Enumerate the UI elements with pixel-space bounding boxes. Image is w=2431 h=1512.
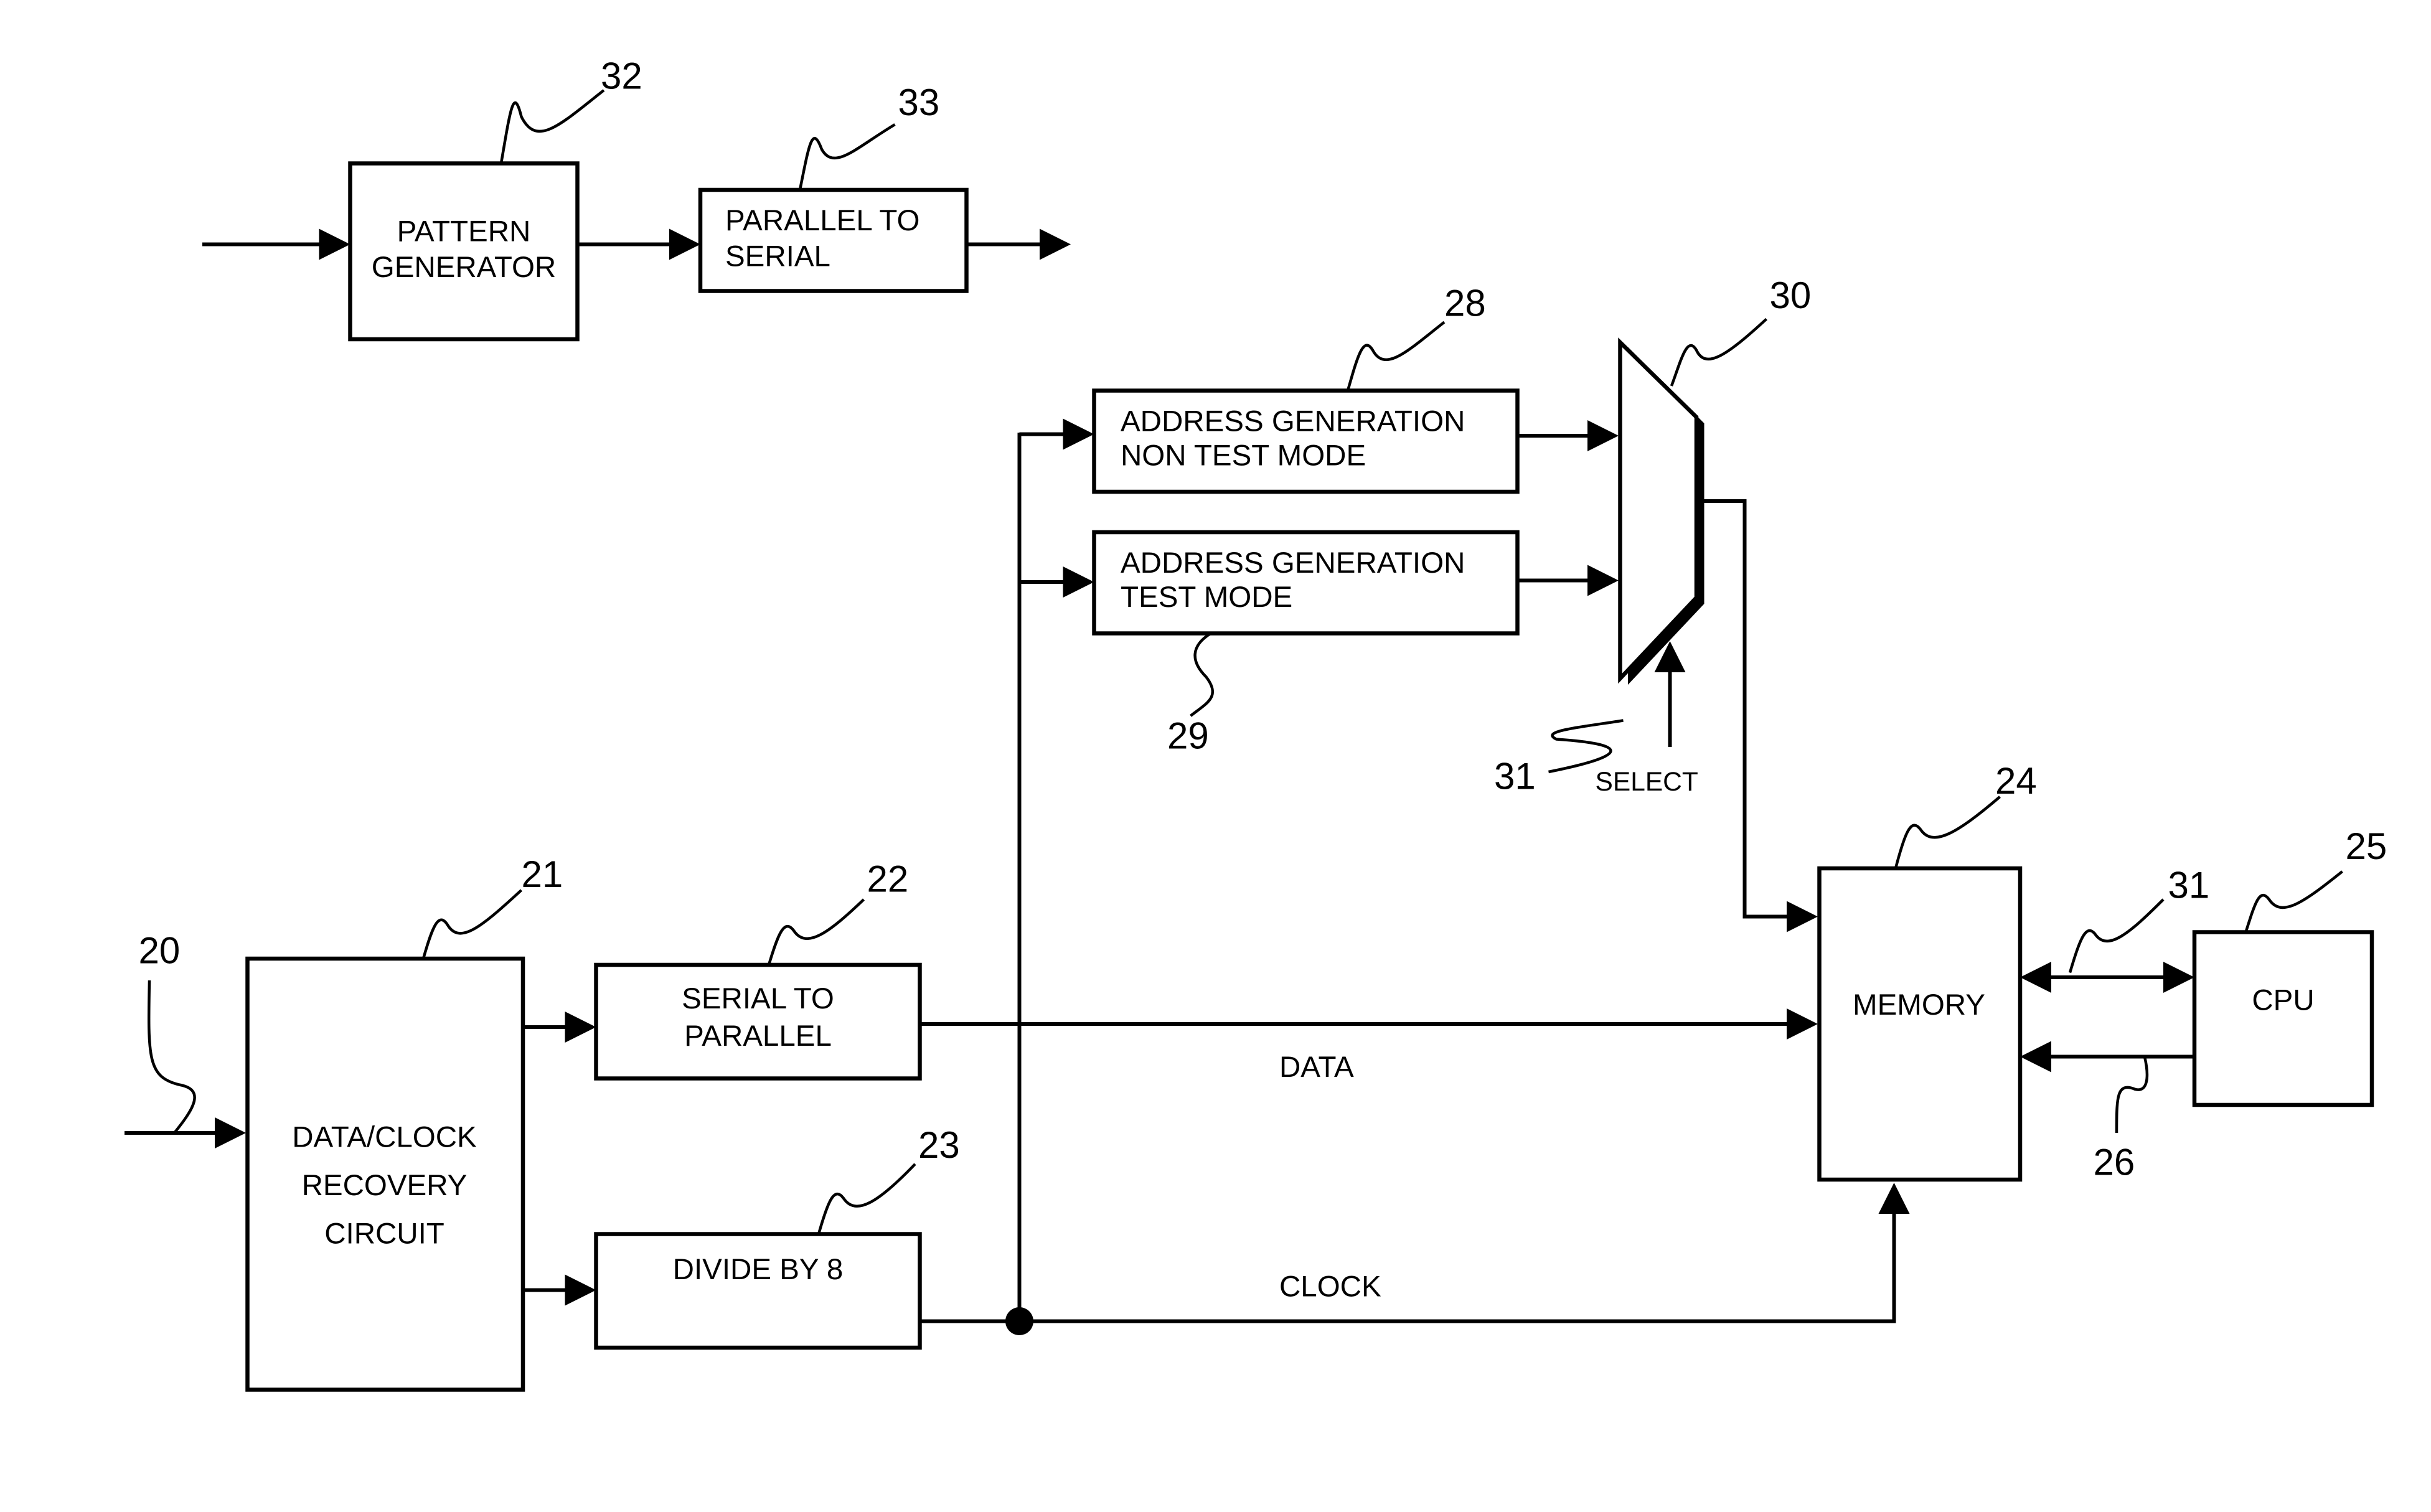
- ref-28: 28: [1444, 283, 1486, 324]
- data-clock-recovery-block: DATA/CLOCK RECOVERY CIRCUIT 21: [245, 853, 563, 1392]
- addr-test-label-1: ADDRESS GENERATION: [1121, 547, 1465, 580]
- ref-21: 21: [522, 853, 563, 895]
- s2p-label-1: SERIAL TO: [682, 982, 834, 1015]
- ref-31-bus: 31: [2168, 865, 2210, 906]
- addr-gen-non-test-block: ADDRESS GENERATION NON TEST MODE 28: [1092, 283, 1520, 494]
- data-line: DATA: [919, 1008, 1818, 1084]
- ref-33: 33: [898, 82, 940, 123]
- dcr-label-1: DATA/CLOCK: [292, 1121, 477, 1154]
- pg-to-p2s-arrow: [577, 228, 700, 260]
- clock-to-addr-gen-wires: [1017, 418, 1094, 1322]
- memory-block: MEMORY 24: [1817, 760, 2037, 1182]
- serial-output-arrow: [966, 228, 1071, 260]
- pattern-generator-label-2: GENERATOR: [372, 251, 556, 284]
- select-input: SELECT 31: [1494, 641, 1698, 797]
- data-label: DATA: [1279, 1051, 1354, 1084]
- block-diagram: PATTERN GENERATOR 32 PARALLEL TO SERIAL …: [125, 55, 2387, 1392]
- clock-junction-dot: [1005, 1307, 1033, 1335]
- select-label: SELECT: [1596, 768, 1698, 797]
- multiplexer: 30: [1618, 275, 1812, 685]
- dcr-to-s2p-arrow: [523, 1012, 596, 1043]
- ref-22: 22: [867, 858, 909, 900]
- memory-label: MEMORY: [1853, 988, 1985, 1021]
- clock-line: CLOCK: [919, 1183, 1910, 1335]
- ref-20: 20: [139, 930, 181, 972]
- addr-test-label-2: TEST MODE: [1121, 581, 1292, 614]
- parallel-to-serial-block: PARALLEL TO SERIAL 33: [698, 82, 969, 293]
- ref-32: 32: [601, 55, 642, 97]
- p2s-label-1: PARALLEL TO: [725, 204, 919, 237]
- ref-29: 29: [1167, 715, 1209, 757]
- clock-label: CLOCK: [1279, 1270, 1381, 1303]
- div8-label: DIVIDE BY 8: [673, 1253, 844, 1286]
- cpu-label: CPU: [2252, 984, 2314, 1017]
- pattern-generator-block: PATTERN GENERATOR 32: [348, 55, 642, 342]
- dcr-label-3: CIRCUIT: [324, 1218, 444, 1251]
- ref-24: 24: [1995, 760, 2037, 802]
- serial-to-parallel-block: SERIAL TO PARALLEL 22: [594, 858, 922, 1081]
- dcr-to-div8-arrow: [523, 1274, 596, 1306]
- divide-by-8-block: DIVIDE BY 8 23: [594, 1124, 960, 1350]
- ref-26: 26: [2094, 1142, 2135, 1183]
- addr-to-mux-arrows: [1517, 420, 1619, 596]
- dcr-label-2: RECOVERY: [302, 1169, 468, 1202]
- cpu-to-memory-line: 26: [2020, 1041, 2194, 1183]
- ref-30: 30: [1770, 275, 1812, 316]
- pattern-input-arrow: [202, 228, 350, 260]
- memory-cpu-bus: 31: [2020, 865, 2209, 993]
- s2p-label-2: PARALLEL: [684, 1020, 832, 1053]
- ref-25: 25: [2346, 825, 2387, 867]
- addr-gen-test-block: ADDRESS GENERATION TEST MODE 29: [1092, 530, 1520, 757]
- ref-31-select: 31: [1494, 756, 1536, 797]
- input-20: 20: [125, 930, 246, 1148]
- cpu-block: CPU 25: [2192, 825, 2387, 1107]
- mux-to-memory-wire: [1704, 499, 1818, 932]
- addr-non-test-label-2: NON TEST MODE: [1121, 439, 1366, 472]
- pattern-generator-label-1: PATTERN: [397, 215, 531, 248]
- addr-non-test-label-1: ADDRESS GENERATION: [1121, 405, 1465, 438]
- p2s-label-2: SERIAL: [725, 240, 830, 273]
- ref-23: 23: [918, 1124, 960, 1166]
